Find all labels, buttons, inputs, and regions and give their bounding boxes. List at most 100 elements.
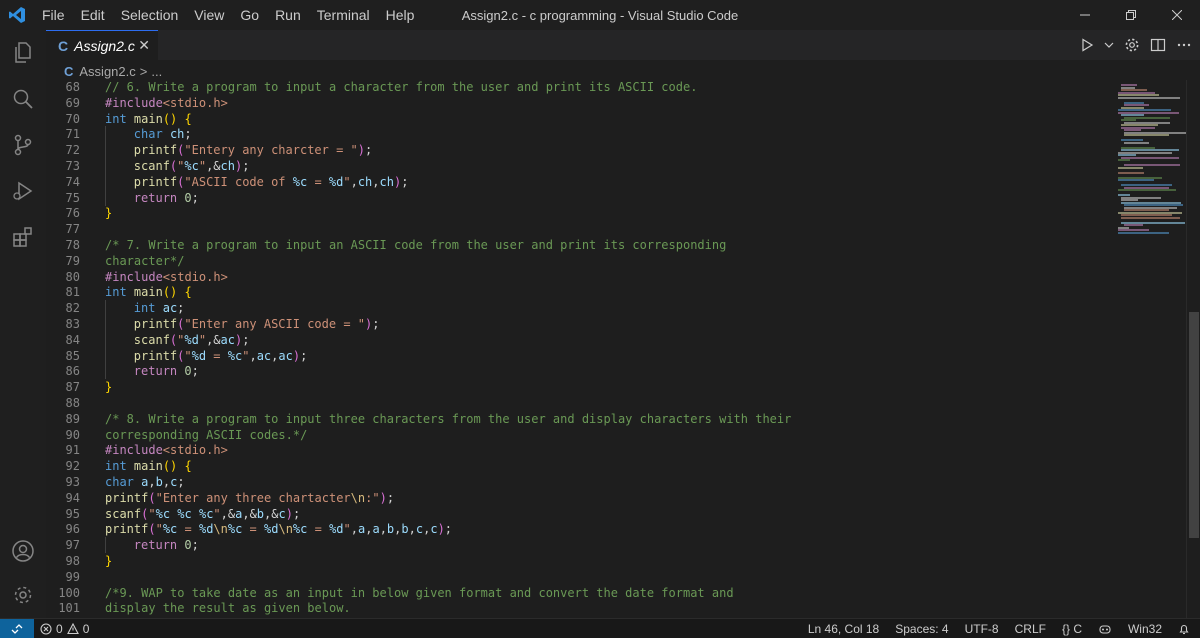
- code-line[interactable]: 97 return 0;: [46, 537, 1186, 554]
- remote-indicator[interactable]: [0, 618, 34, 638]
- breadcrumb-file[interactable]: Assign2.c: [79, 64, 135, 79]
- code-line[interactable]: 99: [46, 569, 1186, 585]
- extensions-icon[interactable]: [0, 214, 46, 260]
- code-token: ;: [372, 317, 380, 331]
- menu-view[interactable]: View: [186, 0, 232, 30]
- tab-assign2-c[interactable]: C Assign2.c ✕: [46, 30, 158, 60]
- menu-edit[interactable]: Edit: [73, 0, 113, 30]
- code-line[interactable]: 71 char ch;: [46, 126, 1186, 143]
- account-icon[interactable]: [0, 528, 46, 574]
- source-control-icon[interactable]: [0, 122, 46, 168]
- code-line[interactable]: 76}: [46, 205, 1186, 221]
- menu-file[interactable]: File: [34, 0, 73, 30]
- code-token: ch: [220, 159, 235, 173]
- code-line[interactable]: 75 return 0;: [46, 189, 1186, 206]
- platform[interactable]: Win32: [1128, 622, 1162, 636]
- breadcrumb-symbols[interactable]: ...: [151, 64, 162, 79]
- code-token: corresponding ASCII codes.*/: [105, 427, 308, 442]
- code-token: printf: [105, 522, 149, 537]
- run-dropdown-chevron-icon[interactable]: [1104, 40, 1114, 50]
- copilot-icon[interactable]: [1098, 622, 1112, 636]
- menu-go[interactable]: Go: [232, 0, 267, 30]
- more-actions-icon[interactable]: [1176, 37, 1192, 53]
- code-token: <stdio.h>: [162, 269, 228, 284]
- code-line[interactable]: 72 printf("Entery any charcter = ");: [46, 142, 1186, 159]
- code-token: %c: [227, 522, 243, 537]
- code-line[interactable]: 69 #include<stdio.h>: [46, 95, 1186, 111]
- code-line[interactable]: 84 scanf("%d",&ac);: [46, 331, 1186, 348]
- code-line[interactable]: 88: [46, 395, 1186, 411]
- minimize-button[interactable]: [1062, 0, 1108, 30]
- language-mode[interactable]: {} C: [1062, 622, 1082, 636]
- code-line[interactable]: 87}: [46, 379, 1186, 395]
- tab-close-icon[interactable]: ✕: [138, 37, 150, 54]
- problems-indicator[interactable]: 0 0: [40, 622, 89, 636]
- indentation[interactable]: Spaces: 4: [895, 622, 948, 636]
- code-line[interactable]: 78 /* 7. Write a program to input an ASCI…: [46, 237, 1186, 253]
- code-line[interactable]: 101 display the result as given below.: [46, 600, 1186, 616]
- cursor-position[interactable]: Ln 46, Col 18: [808, 622, 879, 636]
- run-debug-icon[interactable]: [0, 168, 46, 214]
- code-line[interactable]: 98}: [46, 553, 1186, 569]
- menu-selection[interactable]: Selection: [113, 0, 187, 30]
- code-text: printf("Enter any three chartacter\n:");: [105, 490, 394, 506]
- search-icon[interactable]: [0, 76, 46, 122]
- code-line[interactable]: 73 scanf("%c",&ch);: [46, 158, 1186, 174]
- code-token: ;: [191, 190, 199, 205]
- activity-bar: [0, 30, 46, 618]
- settings-gear-icon[interactable]: [0, 572, 46, 618]
- line-number: 71: [65, 127, 80, 142]
- run-file-icon[interactable]: [1080, 38, 1094, 52]
- line-number: 70: [65, 111, 80, 126]
- code-line[interactable]: 89 /* 8. Write a program to input three c…: [46, 411, 1186, 427]
- line-number: 80: [65, 269, 80, 284]
- code-line[interactable]: 80 #include<stdio.h>: [46, 269, 1186, 285]
- code-line[interactable]: 77: [46, 221, 1186, 237]
- scrollbar-thumb[interactable]: [1189, 312, 1199, 538]
- code-line[interactable]: 96 printf("%c = %d\n%c = %d\n%c = %d",a,a…: [46, 521, 1186, 537]
- code-line[interactable]: 91 #include<stdio.h>: [46, 442, 1186, 458]
- braces-icon: {}: [1061, 622, 1070, 636]
- code-editor[interactable]: 68 // 6. Write a program to input a chara…: [46, 80, 1186, 618]
- code-line[interactable]: 74 printf("ASCII code of %c = %d",ch,ch);: [46, 173, 1186, 190]
- gear-icon[interactable]: [1124, 37, 1140, 53]
- menu-help[interactable]: Help: [378, 0, 423, 30]
- code-line[interactable]: 83 printf("Enter any ASCII code = ");: [46, 316, 1186, 332]
- close-window-button[interactable]: [1154, 0, 1200, 30]
- code-line[interactable]: 79 character*/: [46, 253, 1186, 269]
- line-number: 76: [65, 206, 80, 221]
- code-line[interactable]: 100 /*9. WAP to take date as an input in …: [46, 585, 1186, 601]
- code-line[interactable]: 81 int main() {: [46, 284, 1186, 300]
- code-token: }: [105, 380, 113, 395]
- code-line[interactable]: 68 // 6. Write a program to input a chara…: [46, 80, 1186, 95]
- line-number: 74: [65, 174, 80, 189]
- code-line[interactable]: 94 printf("Enter any three chartacter\n:"…: [46, 490, 1186, 506]
- code-line[interactable]: 85 printf("%d = %c",ac,ac);: [46, 347, 1186, 364]
- minimap-line: [1124, 134, 1170, 136]
- code-line[interactable]: 93 char a,b,c;: [46, 474, 1186, 490]
- code-line[interactable]: 90 corresponding ASCII codes.*/: [46, 427, 1186, 443]
- indent-guide: [105, 316, 106, 332]
- code-line[interactable]: 70 int main() {: [46, 111, 1186, 127]
- code-line[interactable]: 95 scanf("%c %c %c",&a,&b,&c);: [46, 506, 1186, 522]
- explorer-icon[interactable]: [0, 30, 46, 76]
- code-line[interactable]: 86 return 0;: [46, 363, 1186, 380]
- code-token: ": [184, 348, 192, 363]
- restore-button[interactable]: [1108, 0, 1154, 30]
- menu-terminal[interactable]: Terminal: [309, 0, 378, 30]
- encoding[interactable]: UTF-8: [965, 622, 999, 636]
- notifications-bell-icon[interactable]: [1178, 623, 1190, 635]
- code-line[interactable]: 82 int ac;: [46, 300, 1186, 317]
- vertical-scrollbar[interactable]: [1186, 80, 1200, 618]
- code-token: ;: [444, 522, 453, 537]
- end-of-line[interactable]: CRLF: [1015, 622, 1046, 636]
- code-text: int ac;: [134, 300, 185, 316]
- minimap[interactable]: [1112, 80, 1188, 618]
- code-token: ,: [350, 522, 358, 537]
- code-text: printf("Entery any charcter = ");: [134, 142, 372, 158]
- menu-run[interactable]: Run: [267, 0, 309, 30]
- code-line[interactable]: 92 int main() {: [46, 458, 1186, 474]
- split-editor-icon[interactable]: [1150, 37, 1166, 53]
